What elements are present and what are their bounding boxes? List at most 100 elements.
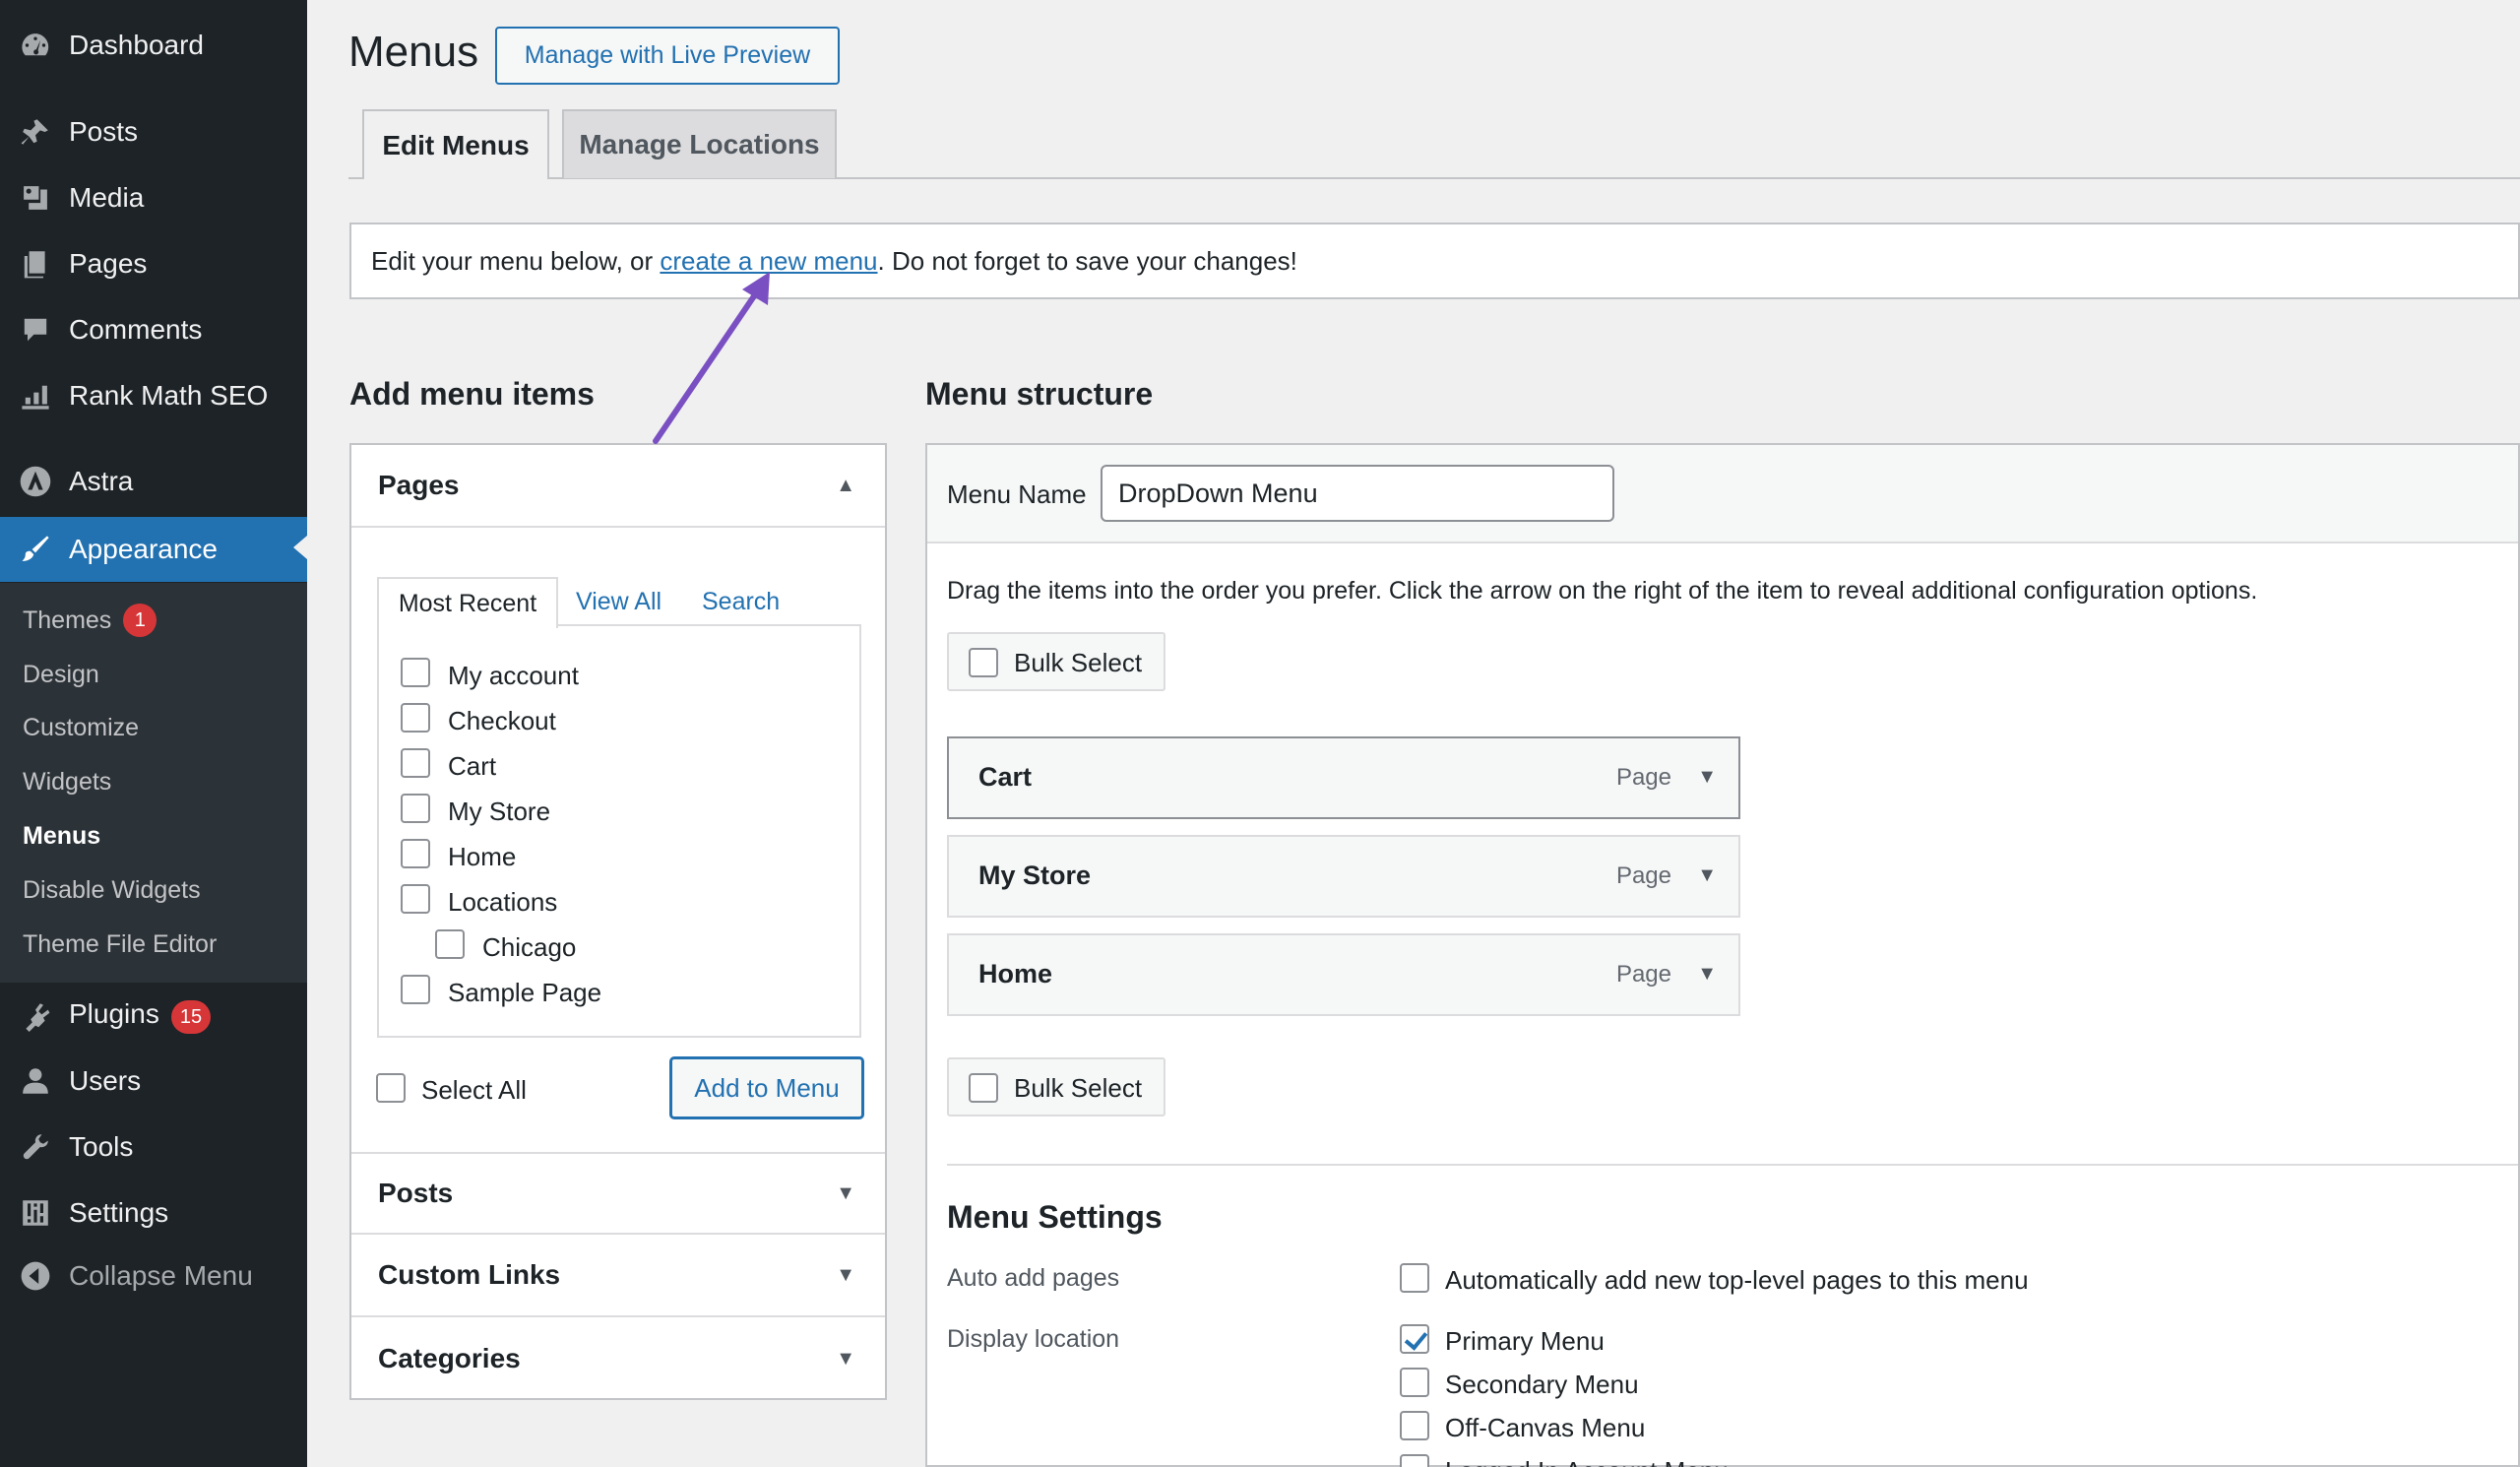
submenu-item-menus[interactable]: Menus — [23, 816, 100, 856]
bulk-select-bottom[interactable]: Bulk Select — [947, 1057, 1166, 1116]
sidebar-item-comments[interactable]: Comments — [0, 299, 307, 360]
menu-name-input[interactable]: DropDown Menu — [1101, 465, 1614, 522]
accordion-title: Posts — [378, 1178, 454, 1208]
page-title: Menus — [348, 28, 479, 76]
sidebar-item-label: Media — [69, 182, 145, 213]
location-checkbox-secondary[interactable] — [1400, 1368, 1429, 1397]
tab-edit-menus[interactable]: Edit Menus — [362, 109, 549, 179]
plug-icon — [18, 998, 53, 1034]
location-label: Secondary Menu — [1445, 1370, 1639, 1399]
sidebar-item-users[interactable]: Users — [0, 1051, 307, 1112]
auto-add-option-label: Automatically add new top-level pages to… — [1445, 1265, 2029, 1295]
sidebar-item-plugins[interactable]: Plugins 15 — [0, 986, 307, 1047]
notice-text: Edit your menu below, or — [371, 245, 661, 276]
menu-structure-panel: Menu Name DropDown Menu Drag the items i… — [925, 443, 2520, 1467]
tab-search[interactable]: Search — [702, 577, 780, 626]
pages-checklist: My account Checkout Cart My Store Home L… — [377, 624, 861, 1038]
tab-most-recent[interactable]: Most Recent — [377, 577, 558, 628]
location-checkbox-off-canvas[interactable] — [1400, 1411, 1429, 1440]
menu-settings-heading: Menu Settings — [947, 1199, 1163, 1235]
accordion-title: Pages — [378, 470, 460, 500]
sidebar-item-appearance[interactable]: Appearance — [0, 517, 307, 582]
add-menu-items-heading: Add menu items — [349, 376, 595, 412]
submenu-item-label: Menus — [23, 821, 101, 850]
menu-item-home[interactable]: Home Page ▼ — [947, 933, 1740, 1016]
accordion-pages-header[interactable]: Pages ▲ — [351, 445, 885, 528]
accordion-title: Categories — [378, 1343, 521, 1373]
submenu-item-widgets[interactable]: Widgets — [23, 762, 111, 801]
select-all-label: Select All — [421, 1075, 527, 1105]
menu-item-cart[interactable]: Cart Page ▼ — [947, 736, 1740, 819]
appearance-submenu: Themes 1 Design Customize Widgets Menus … — [0, 583, 307, 983]
auto-add-checkbox[interactable] — [1400, 1263, 1429, 1293]
add-to-menu-button[interactable]: Add to Menu — [670, 1057, 863, 1118]
menu-name-bar: Menu Name DropDown Menu — [927, 445, 2518, 543]
submenu-item-label: Disable Widgets — [23, 875, 201, 904]
chevron-down-icon: ▼ — [836, 1263, 855, 1286]
location-checkbox-logged-in-account[interactable] — [1400, 1454, 1429, 1467]
sidebar-item-astra[interactable]: Astra — [0, 451, 307, 512]
settings-divider — [947, 1164, 2518, 1166]
bulk-select-label: Bulk Select — [1014, 648, 1143, 677]
page-checkbox-checkout[interactable] — [401, 703, 430, 733]
page-checkbox-locations[interactable] — [401, 884, 430, 914]
admin-sidebar: Dashboard Posts Media Pages Comments Ran… — [0, 0, 307, 1467]
accordion-categories-header[interactable]: Categories ▼ — [351, 1317, 885, 1400]
sidebar-item-label: Astra — [69, 466, 134, 496]
chevron-down-icon: ▼ — [836, 1181, 855, 1204]
location-checkbox-primary[interactable] — [1400, 1324, 1429, 1354]
sidebar-item-dashboard[interactable]: Dashboard — [0, 15, 307, 76]
collapse-menu-button[interactable]: Collapse Menu — [0, 1245, 307, 1307]
page-checkbox-cart[interactable] — [401, 748, 430, 778]
user-icon — [18, 1063, 53, 1099]
page-label: Checkout — [448, 706, 556, 735]
submenu-item-theme-file-editor[interactable]: Theme File Editor — [23, 925, 217, 964]
menu-item-title: My Store — [978, 861, 1092, 890]
submenu-item-label: Themes — [23, 606, 112, 634]
chevron-down-icon[interactable]: ▼ — [1697, 766, 1717, 789]
sidebar-item-label: Tools — [69, 1131, 134, 1162]
sidebar-item-posts[interactable]: Posts — [0, 101, 307, 162]
accordion-title: Custom Links — [378, 1259, 561, 1290]
menu-item-type: Page — [1615, 961, 1671, 988]
sidebar-item-label: Appearance — [69, 534, 219, 564]
accordion-posts-header[interactable]: Posts ▼ — [351, 1152, 885, 1235]
tab-view-all[interactable]: View All — [576, 577, 662, 626]
submenu-item-customize[interactable]: Customize — [23, 708, 139, 747]
display-location-label: Display location — [947, 1325, 1120, 1353]
bulk-select-checkbox[interactable] — [969, 648, 998, 677]
menu-item-my-store[interactable]: My Store Page ▼ — [947, 835, 1740, 918]
sidebar-item-label: Pages — [69, 248, 148, 279]
page-checkbox-my-store[interactable] — [401, 794, 430, 823]
page-label: Cart — [448, 751, 497, 781]
chevron-down-icon[interactable]: ▼ — [1697, 963, 1717, 986]
page-checkbox-my-account[interactable] — [401, 658, 430, 687]
page-checkbox-sample-page[interactable] — [401, 975, 430, 1004]
select-all-checkbox[interactable] — [376, 1073, 406, 1103]
bulk-select-checkbox[interactable] — [969, 1073, 998, 1103]
submenu-item-design[interactable]: Design — [23, 655, 99, 694]
submenu-item-disable-widgets[interactable]: Disable Widgets — [23, 870, 201, 910]
submenu-item-label: Theme File Editor — [23, 929, 218, 958]
sidebar-item-rank-math[interactable]: Rank Math SEO — [0, 365, 307, 426]
sidebar-item-tools[interactable]: Tools — [0, 1116, 307, 1178]
page-checkbox-chicago[interactable] — [435, 929, 465, 959]
sidebar-item-media[interactable]: Media — [0, 167, 307, 228]
submenu-item-themes[interactable]: Themes 1 — [23, 601, 158, 640]
menu-item-title: Cart — [978, 762, 1033, 792]
submenu-item-label: Customize — [23, 713, 140, 741]
chart-icon — [18, 378, 53, 414]
sidebar-item-settings[interactable]: Settings — [0, 1182, 307, 1244]
accordion-custom-links-header[interactable]: Custom Links ▼ — [351, 1235, 885, 1317]
sidebar-item-pages[interactable]: Pages — [0, 233, 307, 294]
sidebar-item-label: Users — [69, 1065, 142, 1096]
tab-manage-locations[interactable]: Manage Locations — [562, 109, 837, 178]
location-label: Off-Canvas Menu — [1445, 1413, 1646, 1442]
bulk-select-top[interactable]: Bulk Select — [947, 632, 1166, 691]
chevron-down-icon[interactable]: ▼ — [1697, 864, 1717, 887]
live-preview-button[interactable]: Manage with Live Preview — [495, 27, 840, 85]
wrench-icon — [18, 1129, 53, 1165]
sidebar-item-label: Comments — [69, 314, 203, 345]
page-label: Sample Page — [448, 978, 602, 1007]
page-checkbox-home[interactable] — [401, 839, 430, 868]
